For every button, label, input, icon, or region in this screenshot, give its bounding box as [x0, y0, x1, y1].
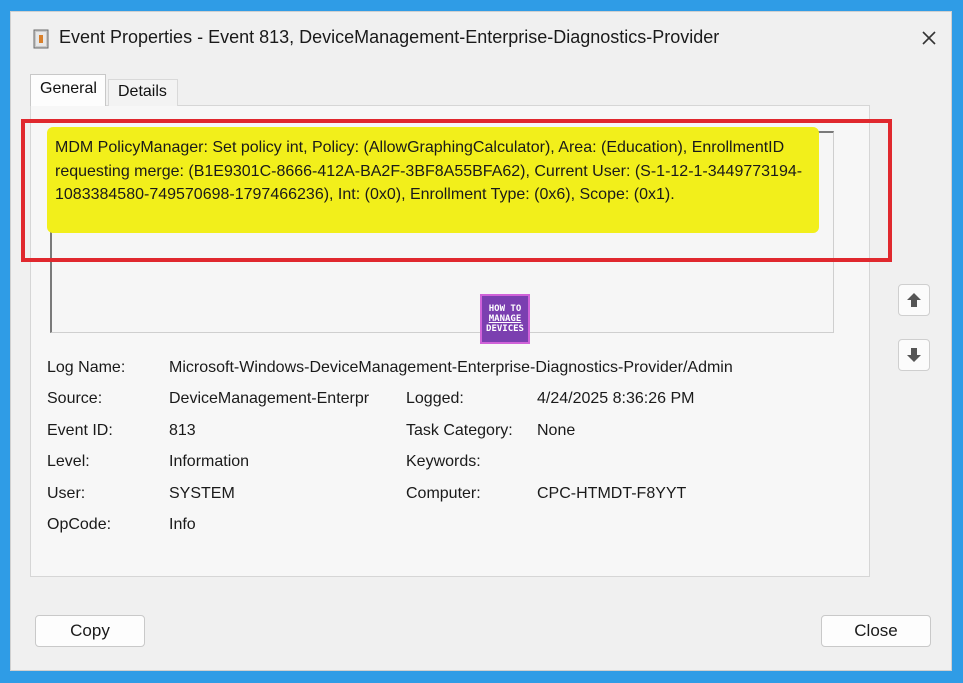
log-name-value[interactable]: Microsoft-Windows-DeviceManagement-Enter…	[169, 359, 733, 377]
copy-button[interactable]: Copy	[35, 615, 145, 647]
next-event-button[interactable]	[898, 339, 930, 371]
previous-event-button[interactable]	[898, 284, 930, 316]
task-category-label: Task Category:	[406, 422, 513, 439]
logo-line-2: MANAGE	[488, 314, 522, 324]
log-name-label: Log Name:	[47, 359, 126, 376]
logged-value[interactable]: 4/24/2025 8:36:26 PM	[537, 390, 694, 408]
event-id-value[interactable]: 813	[169, 422, 196, 440]
window-title: Event Properties - Event 813, DeviceMana…	[59, 27, 720, 47]
opcode-value[interactable]: Info	[169, 516, 196, 534]
arrow-up-icon	[907, 293, 921, 307]
logo-line-1: HOW TO	[488, 304, 522, 314]
computer-value[interactable]: CPC-HTMDT-F8YYT	[537, 485, 686, 503]
event-id-label: Event ID:	[47, 422, 113, 439]
computer-label: Computer:	[406, 485, 481, 502]
how-to-manage-devices-logo: HOW TO MANAGE DEVICES	[480, 294, 530, 344]
logo-line-3: DEVICES	[486, 324, 524, 334]
close-icon[interactable]	[917, 26, 941, 50]
tab-general[interactable]: General	[30, 74, 106, 106]
annotation-red-box	[21, 119, 892, 262]
level-value[interactable]: Information	[169, 453, 249, 471]
user-label: User:	[47, 485, 86, 502]
source-label: Source:	[47, 390, 103, 407]
keywords-label: Keywords:	[406, 453, 481, 470]
opcode-label: OpCode:	[47, 516, 112, 533]
arrow-down-icon	[907, 348, 921, 362]
tab-details[interactable]: Details	[108, 79, 178, 106]
close-button[interactable]: Close	[821, 615, 931, 647]
user-value[interactable]: SYSTEM	[169, 485, 235, 503]
source-value[interactable]: DeviceManagement-Enterpr	[169, 390, 369, 408]
title-bar: Event Properties - Event 813, DeviceMana…	[11, 12, 951, 62]
logged-label: Logged:	[406, 390, 464, 407]
task-category-value[interactable]: None	[537, 422, 575, 440]
event-log-icon	[33, 29, 49, 49]
level-label: Level:	[47, 453, 90, 470]
